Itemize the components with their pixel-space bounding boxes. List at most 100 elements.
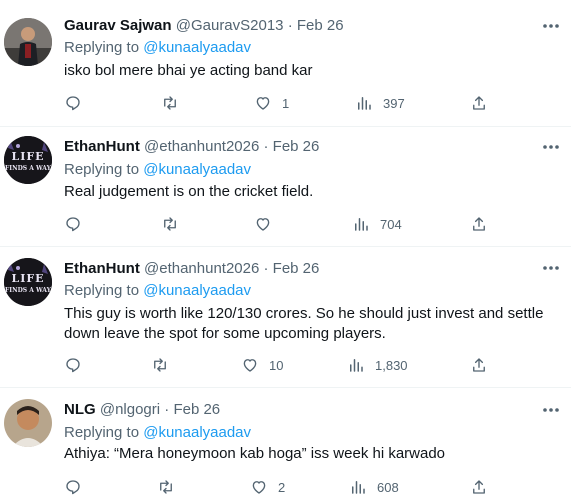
- tweet-text: Real judgement is on the cricket field.: [64, 183, 314, 200]
- retweet-button[interactable]: [161, 213, 189, 235]
- like-button[interactable]: [254, 213, 282, 235]
- tweet-date[interactable]: Feb 26: [297, 17, 344, 34]
- avatar[interactable]: [4, 399, 52, 447]
- retweet-button[interactable]: [151, 354, 179, 376]
- more-icon: [543, 145, 559, 149]
- avatar-text-life: LIFE: [11, 150, 45, 163]
- replying-to-link[interactable]: @kunaalyaadav: [143, 424, 251, 441]
- share-button[interactable]: [470, 213, 488, 235]
- avatar[interactable]: LIFE FINDS A WAY: [4, 136, 52, 184]
- tweet-actions: 704: [64, 213, 554, 235]
- separator: ·: [164, 401, 170, 418]
- like-button[interactable]: 10: [241, 354, 283, 376]
- reply-button[interactable]: [64, 476, 92, 498]
- replying-to: Replying to @kunaalyaadav: [64, 38, 251, 58]
- views-button[interactable]: 608: [349, 476, 399, 498]
- more-icon: [543, 24, 559, 28]
- heart-icon: [256, 218, 270, 231]
- views-button[interactable]: 704: [352, 213, 402, 235]
- tweet-actions: 10 1,830: [64, 354, 554, 376]
- views-icon: [350, 359, 363, 372]
- more-button[interactable]: [539, 258, 563, 278]
- tweet-text: Athiya: “Mera honeymoon kab hoga” iss we…: [64, 445, 446, 462]
- avatar-text-finds: FINDS A WAY: [5, 165, 51, 172]
- share-button[interactable]: [470, 92, 488, 114]
- replying-prefix: Replying to: [64, 282, 144, 299]
- share-icon: [473, 480, 485, 494]
- views-icon: [352, 481, 365, 494]
- replying-to-link[interactable]: @kunaalyaadav: [143, 161, 251, 178]
- author-name[interactable]: EthanHunt: [64, 138, 140, 155]
- tweet-date[interactable]: Feb 26: [173, 401, 220, 418]
- retweet-icon: [164, 96, 176, 110]
- views-button[interactable]: 397: [355, 92, 405, 114]
- views-count: 1,830: [375, 357, 408, 373]
- replying-to: Replying to @kunaalyaadav: [64, 160, 251, 180]
- reply-button[interactable]: [64, 213, 92, 235]
- reply-icon: [66, 358, 80, 373]
- share-icon: [473, 217, 485, 231]
- replying-to: Replying to @kunaalyaadav: [64, 281, 251, 301]
- heart-icon: [252, 481, 266, 494]
- author-handle[interactable]: @ethanhunt2026: [144, 260, 259, 277]
- like-button[interactable]: 2: [250, 476, 285, 498]
- more-icon: [543, 266, 559, 270]
- author-name[interactable]: EthanHunt: [64, 260, 140, 277]
- replying-to-link[interactable]: @kunaalyaadav: [143, 282, 251, 299]
- tweet-date[interactable]: Feb 26: [273, 138, 320, 155]
- tweet-date[interactable]: Feb 26: [273, 260, 320, 277]
- retweet-button[interactable]: [161, 92, 189, 114]
- avatar[interactable]: LIFE FINDS A WAY: [4, 258, 52, 306]
- separator: ·: [263, 138, 269, 155]
- separator: ·: [287, 17, 293, 34]
- replying-prefix: Replying to: [64, 424, 144, 441]
- heart-icon: [243, 359, 257, 372]
- like-button[interactable]: 1: [254, 92, 289, 114]
- like-count: 2: [278, 479, 286, 495]
- avatar-text-life: LIFE: [11, 272, 45, 285]
- views-count: 608: [377, 479, 399, 495]
- retweet-icon: [154, 358, 166, 372]
- author-handle[interactable]: @GauravS2013: [176, 17, 284, 34]
- reply-icon: [66, 96, 80, 111]
- views-icon: [355, 218, 368, 231]
- replying-to: Replying to @kunaalyaadav: [64, 423, 251, 443]
- more-button[interactable]: [539, 137, 563, 157]
- retweet-button[interactable]: [157, 476, 185, 498]
- more-button[interactable]: [539, 400, 563, 420]
- replying-to-link[interactable]: @kunaalyaadav: [143, 39, 251, 56]
- share-icon: [473, 96, 485, 110]
- views-icon: [358, 97, 371, 110]
- tweet-header: EthanHunt @ethanhunt2026 · Feb 26: [64, 259, 319, 279]
- avatar-photo: [4, 18, 52, 66]
- more-button[interactable]: [539, 16, 563, 36]
- heart-icon: [256, 97, 270, 110]
- tweet-actions: 1 397: [64, 92, 554, 114]
- tweet-text-line-1: This guy is worth like 120/130 crores. S…: [64, 305, 544, 322]
- replying-prefix: Replying to: [64, 39, 144, 56]
- author-name[interactable]: NLG: [64, 401, 96, 418]
- author-name[interactable]: Gaurav Sajwan: [64, 17, 172, 34]
- reply-button[interactable]: [64, 354, 92, 376]
- reply-tweet[interactable]: NLG @nlgogri · Feb 26 Replying to @kunaa…: [0, 387, 571, 495]
- reply-icon: [66, 217, 80, 232]
- reply-tweet[interactable]: Gaurav Sajwan @GauravS2013 · Feb 26 Repl…: [0, 0, 571, 127]
- avatar-photo: [4, 399, 52, 447]
- views-button[interactable]: 1,830: [347, 354, 408, 376]
- reply-icon: [66, 480, 80, 495]
- share-button[interactable]: [470, 476, 488, 498]
- tweet-text: isko bol mere bhai ye acting band kar: [64, 62, 313, 79]
- reply-button[interactable]: [64, 92, 92, 114]
- reply-tweet[interactable]: LIFE FINDS A WAY EthanHunt @ethanhunt202…: [0, 246, 571, 388]
- share-button[interactable]: [470, 354, 488, 376]
- tweet-text-line-2: down leave the spot for some upcoming pl…: [64, 325, 386, 342]
- author-handle[interactable]: @ethanhunt2026: [144, 138, 259, 155]
- reply-tweet[interactable]: LIFE FINDS A WAY EthanHunt @ethanhunt202…: [0, 126, 571, 247]
- replying-prefix: Replying to: [64, 161, 144, 178]
- avatar[interactable]: [4, 18, 52, 66]
- tweet-header: NLG @nlgogri · Feb 26: [64, 400, 220, 420]
- author-handle[interactable]: @nlgogri: [100, 401, 160, 418]
- more-icon: [543, 408, 559, 412]
- like-count: 10: [269, 357, 284, 373]
- tweet-actions: 2 608: [64, 476, 554, 498]
